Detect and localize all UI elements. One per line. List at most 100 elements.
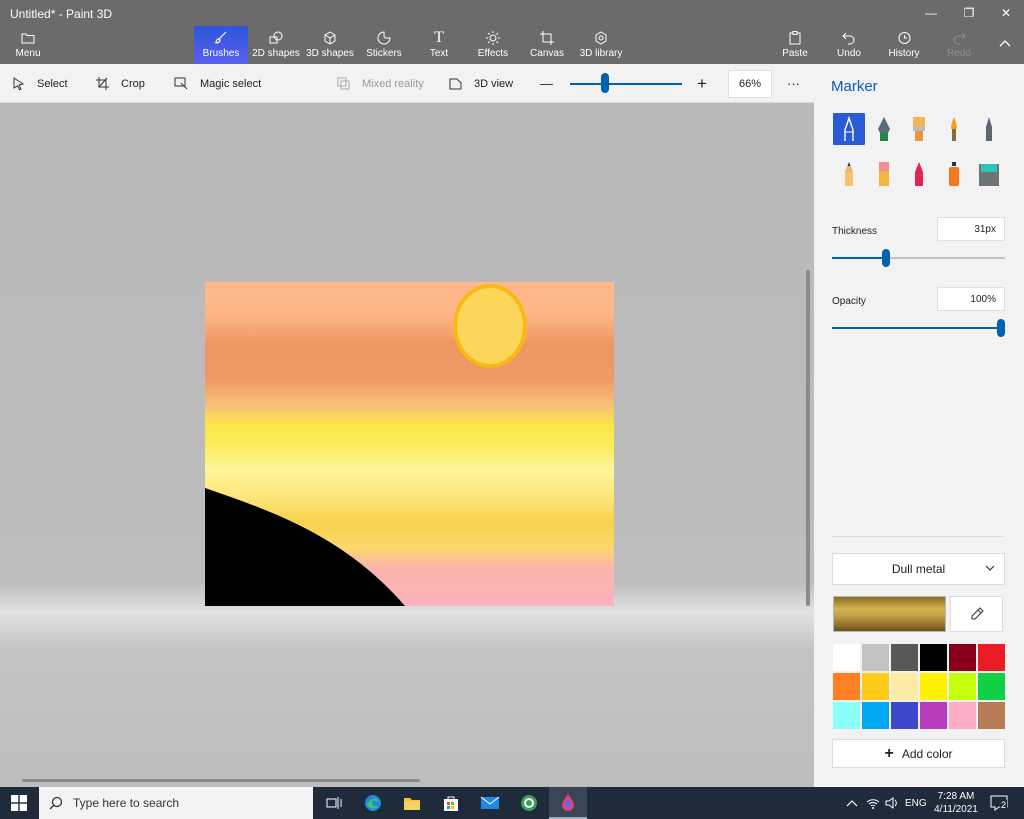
- eraser-icon: [879, 162, 889, 186]
- hill-shape: [205, 488, 405, 606]
- palette-swatch[interactable]: [890, 701, 919, 730]
- photos-app[interactable]: [510, 787, 548, 819]
- eraser-button[interactable]: [868, 158, 900, 190]
- paste-button[interactable]: Paste: [780, 26, 810, 64]
- notification-center-button[interactable]: 2: [990, 787, 1008, 819]
- more-options-button[interactable]: ···: [787, 64, 800, 103]
- zoom-slider-track[interactable]: [570, 83, 682, 85]
- windows-logo-icon: [11, 795, 27, 811]
- menu-button[interactable]: Menu: [8, 26, 48, 64]
- panel-title: Marker: [831, 78, 878, 95]
- opacity-label: Opacity: [832, 296, 866, 307]
- material-dropdown[interactable]: Dull metal: [832, 553, 1005, 585]
- watercolor-button[interactable]: [938, 113, 970, 145]
- clock[interactable]: 7:28 AM 4/11/2021: [930, 790, 982, 816]
- canvas-icon: [540, 29, 554, 47]
- palette-swatch[interactable]: [919, 643, 948, 672]
- palette-swatch[interactable]: [948, 643, 977, 672]
- palette-swatch[interactable]: [861, 701, 890, 730]
- sun-effects-icon: [486, 29, 500, 47]
- paint-3d-icon: [562, 794, 574, 811]
- cube-icon: [323, 29, 337, 47]
- mixed-reality-button[interactable]: Mixed reality: [337, 64, 424, 103]
- marker-brush-button[interactable]: [833, 113, 865, 145]
- fill-bucket-button[interactable]: [973, 158, 1005, 190]
- horizontal-scrollbar[interactable]: [22, 779, 420, 782]
- notification-count-badge: 2: [1000, 800, 1008, 810]
- tab-canvas[interactable]: Canvas: [526, 26, 568, 64]
- crayon-button[interactable]: [903, 158, 935, 190]
- volume-icon[interactable]: [885, 787, 899, 819]
- tab-3d-shapes[interactable]: 3D shapes: [304, 26, 356, 64]
- paint-3d-app[interactable]: [549, 787, 587, 819]
- close-button[interactable]: ✕: [987, 0, 1024, 26]
- show-hidden-icons-chevron-icon[interactable]: [846, 787, 858, 819]
- start-button[interactable]: [0, 787, 38, 819]
- opacity-field[interactable]: 100%: [937, 287, 1005, 311]
- palette-swatch[interactable]: [948, 672, 977, 701]
- zoom-in-button[interactable]: +: [697, 64, 707, 103]
- add-color-button[interactable]: + Add color: [832, 739, 1005, 768]
- tab-brushes[interactable]: Brushes: [194, 26, 248, 64]
- store-app[interactable]: [432, 787, 470, 819]
- palette-swatch[interactable]: [919, 672, 948, 701]
- pixel-pen-icon: [986, 117, 992, 141]
- palette-swatch[interactable]: [861, 643, 890, 672]
- spray-can-button[interactable]: [938, 158, 970, 190]
- mixed-reality-icon: [337, 77, 350, 90]
- palette-swatch[interactable]: [919, 701, 948, 730]
- undo-icon: [842, 29, 856, 47]
- eyedropper-button[interactable]: [950, 596, 1003, 632]
- palette-swatch[interactable]: [977, 643, 1006, 672]
- vertical-scrollbar[interactable]: [806, 270, 810, 606]
- opacity-slider-thumb[interactable]: [997, 319, 1005, 337]
- palette-swatch[interactable]: [948, 701, 977, 730]
- palette-swatch[interactable]: [832, 643, 861, 672]
- thickness-label: Thickness: [832, 226, 878, 237]
- tab-text[interactable]: T Text: [420, 26, 458, 64]
- tab-stickers[interactable]: Stickers: [360, 26, 408, 64]
- current-color-swatch[interactable]: [833, 596, 946, 632]
- drawing-canvas[interactable]: [205, 282, 614, 606]
- tab-effects[interactable]: Effects: [472, 26, 514, 64]
- pixel-pen-button[interactable]: [973, 113, 1005, 145]
- crop-button[interactable]: Crop: [96, 64, 145, 103]
- eyedropper-icon: [971, 607, 984, 620]
- minimize-button[interactable]: —: [912, 0, 950, 26]
- select-button[interactable]: Select: [13, 64, 68, 103]
- magic-select-button[interactable]: Magic select: [174, 64, 261, 103]
- 3d-view-button[interactable]: 3D view: [449, 64, 513, 103]
- thickness-field[interactable]: 31px: [937, 217, 1005, 241]
- redo-button[interactable]: Redo: [944, 26, 974, 64]
- thickness-slider-thumb[interactable]: [882, 249, 890, 267]
- calligraphy-pen-button[interactable]: [868, 113, 900, 145]
- palette-swatch[interactable]: [977, 672, 1006, 701]
- restore-button[interactable]: ❐: [950, 0, 988, 26]
- opacity-slider-fill: [832, 327, 1002, 329]
- zoom-out-button[interactable]: —: [540, 64, 553, 103]
- palette-swatch[interactable]: [832, 672, 861, 701]
- taskbar-search[interactable]: Type here to search: [39, 787, 313, 819]
- undo-button[interactable]: Undo: [834, 26, 864, 64]
- language-indicator[interactable]: ENG: [905, 787, 927, 819]
- wifi-icon[interactable]: [866, 787, 880, 819]
- tab-3d-library[interactable]: 3D library: [578, 26, 624, 64]
- history-button[interactable]: History: [886, 26, 922, 64]
- edge-app[interactable]: [354, 787, 392, 819]
- mail-app[interactable]: [471, 787, 509, 819]
- palette-swatch[interactable]: [977, 701, 1006, 730]
- palette-swatch[interactable]: [861, 672, 890, 701]
- collapse-ribbon-chevron-icon[interactable]: [986, 30, 1024, 56]
- file-explorer-app[interactable]: [393, 787, 431, 819]
- task-view-button[interactable]: [315, 787, 353, 819]
- palette-swatch[interactable]: [890, 672, 919, 701]
- folder-icon: [21, 29, 35, 47]
- pencil-button[interactable]: [833, 158, 865, 190]
- oil-brush-button[interactable]: [903, 113, 935, 145]
- mail-icon: [480, 796, 500, 809]
- tab-2d-shapes[interactable]: 2D shapes: [250, 26, 302, 64]
- palette-swatch[interactable]: [832, 701, 861, 730]
- palette-swatch[interactable]: [890, 643, 919, 672]
- zoom-level-field[interactable]: 66%: [728, 70, 772, 98]
- zoom-slider-thumb[interactable]: [601, 73, 609, 93]
